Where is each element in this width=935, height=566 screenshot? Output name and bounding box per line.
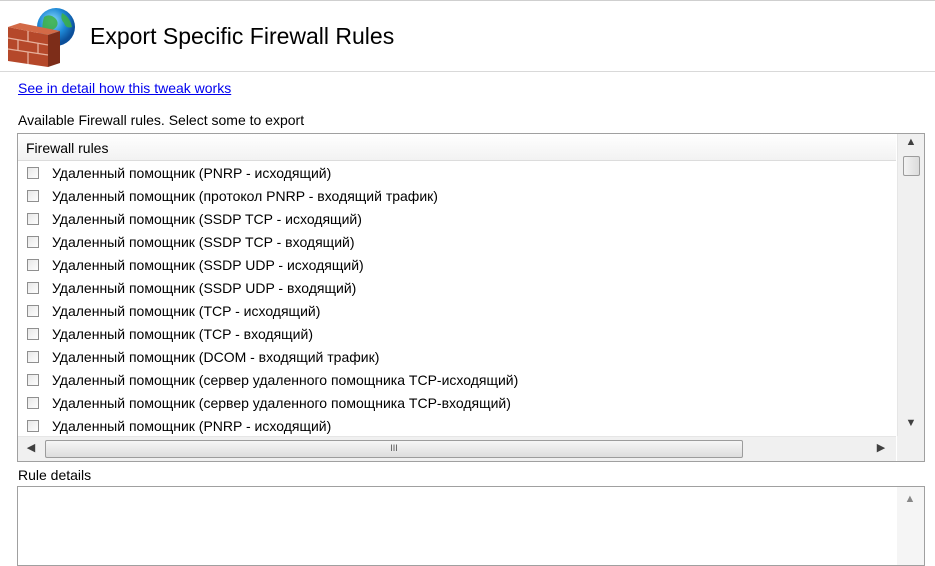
rule-checkbox[interactable] xyxy=(27,374,39,386)
horizontal-scrollbar[interactable]: ◀ III ▶ xyxy=(18,436,896,461)
list-item[interactable]: Удаленный помощник (TCP - исходящий) xyxy=(18,301,896,324)
scroll-down-arrow-icon[interactable]: ▼ xyxy=(898,417,924,437)
rule-details-label: Rule details xyxy=(18,467,92,483)
rule-checkbox[interactable] xyxy=(27,213,39,225)
rule-label: Удаленный помощник (сервер удаленного по… xyxy=(52,372,519,388)
list-item[interactable]: Удаленный помощник (DCOM - входящий траф… xyxy=(18,347,896,370)
rule-checkbox[interactable] xyxy=(27,259,39,271)
rule-checkbox[interactable] xyxy=(27,328,39,340)
scroll-left-arrow-icon[interactable]: ◀ xyxy=(22,441,40,454)
list-item[interactable]: Удаленный помощник (сервер удаленного по… xyxy=(18,393,896,416)
column-header-label: Firewall rules xyxy=(26,140,109,156)
rule-checkbox[interactable] xyxy=(27,420,39,432)
horizontal-scroll-thumb[interactable]: III xyxy=(45,440,743,458)
rule-checkbox[interactable] xyxy=(27,190,39,202)
list-item[interactable]: Удаленный помощник (протокол PNRP - вход… xyxy=(18,186,896,209)
rule-label: Удаленный помощник (сервер удаленного по… xyxy=(52,395,511,411)
list-item[interactable]: Удаленный помощник (SSDP TCP - исходящий… xyxy=(18,209,896,232)
rule-label: Удаленный помощник (PNRP - исходящий) xyxy=(52,418,332,434)
list-item[interactable]: Удаленный помощник (SSDP TCP - входящий) xyxy=(18,232,896,255)
list-item[interactable]: Удаленный помощник (SSDP UDP - исходящий… xyxy=(18,255,896,278)
available-rules-label: Available Firewall rules. Select some to… xyxy=(18,112,305,128)
rule-checkbox[interactable] xyxy=(27,397,39,409)
list-item[interactable]: Удаленный помощник (PNRP - исходящий) xyxy=(18,163,896,186)
rule-label: Удаленный помощник (SSDP TCP - исходящий… xyxy=(52,211,362,227)
detail-link[interactable]: See in detail how this tweak works xyxy=(18,80,231,96)
list-item[interactable]: Удаленный помощник (SSDP UDP - входящий) xyxy=(18,278,896,301)
rule-checkbox[interactable] xyxy=(27,351,39,363)
rule-label: Удаленный помощник (TCP - входящий) xyxy=(52,326,313,342)
rule-checkbox[interactable] xyxy=(27,167,39,179)
list-item[interactable]: Удаленный помощник (TCP - входящий) xyxy=(18,324,896,347)
scrollbar-corner xyxy=(897,436,924,461)
firewall-rules-list[interactable]: Firewall rules Удаленный помощник (PNRP … xyxy=(17,133,925,462)
details-scrollbar[interactable]: ▲ xyxy=(897,487,924,565)
page-title: Export Specific Firewall Rules xyxy=(90,23,395,49)
scroll-right-arrow-icon[interactable]: ▶ xyxy=(872,441,890,454)
rule-rows: Удаленный помощник (PNRP - исходящий) Уд… xyxy=(18,163,896,435)
vertical-scroll-thumb[interactable] xyxy=(903,156,920,176)
rule-checkbox[interactable] xyxy=(27,236,39,248)
rule-label: Удаленный помощник (DCOM - входящий траф… xyxy=(52,349,380,365)
rule-label: Удаленный помощник (SSDP TCP - входящий) xyxy=(52,234,355,250)
scroll-up-arrow-icon[interactable]: ▲ xyxy=(898,136,924,156)
rule-checkbox[interactable] xyxy=(27,305,39,317)
firewall-globe-icon xyxy=(4,5,82,69)
rule-checkbox[interactable] xyxy=(27,282,39,294)
rule-label: Удаленный помощник (SSDP UDP - исходящий… xyxy=(52,257,364,273)
column-header[interactable]: Firewall rules xyxy=(18,134,896,161)
rule-label: Удаленный помощник (PNRP - исходящий) xyxy=(52,165,332,181)
header: Export Specific Firewall Rules xyxy=(0,0,935,72)
rule-details-textbox[interactable]: ▲ xyxy=(17,486,925,566)
rule-label: Удаленный помощник (протокол PNRP - вход… xyxy=(52,188,438,204)
scroll-up-arrow-icon[interactable]: ▲ xyxy=(897,493,923,505)
vertical-scrollbar[interactable]: ▲ ▼ xyxy=(897,134,924,437)
list-item[interactable]: Удаленный помощник (сервер удаленного по… xyxy=(18,370,896,393)
rule-label: Удаленный помощник (SSDP UDP - входящий) xyxy=(52,280,357,296)
list-item[interactable]: Удаленный помощник (PNRP - исходящий) xyxy=(18,416,896,435)
rule-label: Удаленный помощник (TCP - исходящий) xyxy=(52,303,321,319)
